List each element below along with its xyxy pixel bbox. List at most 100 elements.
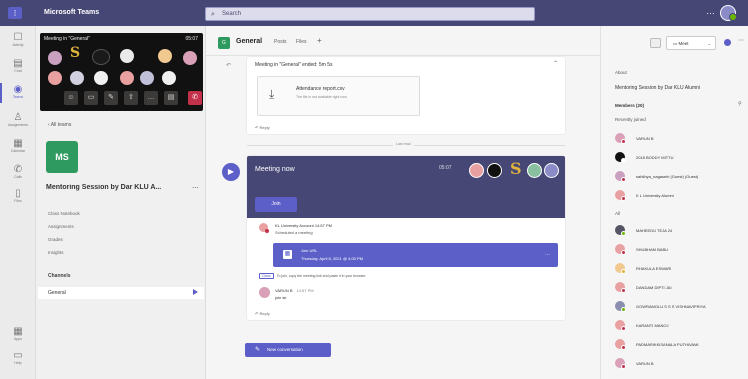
rail-item-assignments[interactable]: ♙ Assignments — [0, 110, 36, 134]
meet-button[interactable]: ▭ Meet ⌄ — [666, 36, 716, 50]
presence-status-icon — [621, 158, 626, 163]
member-row[interactable]: RHAKULA ESWARI — [615, 263, 745, 274]
channel-general[interactable]: General — [38, 287, 204, 299]
search-placeholder: Search — [222, 11, 242, 17]
team-name: Mentoring Session by Dar KLU A... — [46, 184, 162, 191]
profile-avatar[interactable] — [720, 5, 737, 21]
member-row[interactable]: SHUBHAM BABU — [615, 244, 745, 255]
back-to-teams[interactable]: ‹ All teams — [48, 122, 71, 128]
chat-message: VARUN B 14:57 PM join sir — [259, 287, 459, 305]
rail-item-help[interactable]: ▭ Help — [0, 348, 36, 372]
member-row[interactable]: 2018 BODDY MITTU — [615, 152, 745, 163]
meeting-title: Meeting now — [255, 166, 295, 173]
camera-icon[interactable]: ▭ — [84, 91, 98, 105]
rail-item-apps[interactable]: ▦ Apps — [0, 324, 36, 348]
chat-icon: ▤ — [13, 58, 23, 69]
rail-item-calendar[interactable]: ▦ Calendar — [0, 136, 36, 160]
tab-posts[interactable]: Posts — [274, 39, 287, 45]
member-name: MAHEEDU TEJA 24 — [636, 228, 673, 233]
participant-avatar — [158, 49, 172, 63]
participants-icon[interactable]: ☺ — [64, 91, 78, 105]
meeting-invite[interactable]: ▦ Join URL Thursday, April 8, 2021 @ 4:0… — [273, 243, 558, 267]
more-options-icon[interactable]: … — [545, 251, 550, 257]
active-channel-marker-icon — [193, 289, 198, 295]
message-text: join sir — [275, 295, 287, 300]
channel-label: General — [48, 290, 66, 296]
video-icon[interactable] — [650, 38, 661, 48]
add-member-icon[interactable]: ⚲ — [738, 101, 742, 107]
participant-avatar — [469, 163, 484, 178]
meeting-preview-timer: 05:07 — [185, 36, 198, 42]
rail-item-calls[interactable]: ✆ Calls — [0, 162, 36, 186]
scheduled-event: KL University Account 14:57 PM Scheduled… — [259, 223, 561, 241]
apps-icon: ▦ — [13, 326, 23, 337]
member-row[interactable]: PADMARIKKISANALA PUTHIVAMI — [615, 339, 745, 350]
member-row[interactable]: DANDAM DIPTI JAI — [615, 282, 745, 293]
new-conversation-label: New conversation — [267, 347, 303, 352]
team-more-icon[interactable]: ⋯ — [192, 184, 199, 192]
calendar-icon: ▦ — [283, 250, 292, 259]
microphone-icon[interactable]: ✎ — [104, 91, 118, 105]
compose-icon: ✎ — [255, 347, 261, 353]
chat-icon[interactable]: ▤ — [164, 91, 178, 105]
search-input[interactable]: ⌕ Search — [205, 7, 535, 21]
member-name: 2018 BODDY MITTU — [636, 155, 674, 160]
presence-status-icon — [621, 196, 626, 201]
calendar-icon: ▦ — [13, 138, 23, 149]
help-icon: ▭ — [13, 350, 23, 361]
channel-avatar: G — [218, 37, 230, 49]
collapse-icon[interactable]: ⌃ — [553, 60, 558, 67]
info-icon[interactable] — [724, 39, 731, 46]
member-row[interactable]: MAHEEDU TEJA 24 — [615, 225, 745, 236]
member-name: RHAKULA ESWARI — [636, 266, 672, 271]
rail-item-chat[interactable]: ▤ Chat — [0, 56, 36, 80]
more-actions-icon[interactable]: … — [144, 91, 158, 105]
invite-note: Class To join, copy the meeting link and … — [259, 273, 366, 279]
chevron-down-icon: ⌄ — [707, 41, 711, 46]
reply-link[interactable]: ↶ Reply — [255, 125, 270, 130]
download-icon: ⤓ — [269, 87, 275, 101]
presence-status-icon — [621, 139, 626, 144]
attendance-file[interactable]: ⤓ Attendance report.csv The file is not … — [257, 76, 420, 116]
team-link[interactable]: Insights — [48, 250, 64, 255]
rail-item-label: Files — [14, 199, 22, 203]
app-launcher-icon[interactable]: ⁝ — [8, 7, 22, 19]
invite-time: Thursday, April 8, 2021 @ 4:00 PM — [301, 256, 364, 261]
meeting-preview[interactable]: Meeting in "General" 05:07 S ☺ ▭ ✎ ⇧ … ▤… — [40, 33, 203, 111]
team-link[interactable]: Grades — [48, 237, 63, 242]
rail-item-files[interactable]: ▯ Files — [0, 186, 36, 210]
meet-text: Meet — [678, 41, 689, 46]
team-link[interactable]: Class Notebook — [48, 211, 80, 216]
team-link[interactable]: Assignments — [48, 224, 74, 229]
team-avatar: MS — [46, 141, 78, 173]
join-button[interactable]: Join — [255, 197, 297, 212]
new-conversation-button[interactable]: ✎ New conversation — [245, 343, 331, 357]
participant-s-logo: S — [70, 45, 81, 61]
member-row[interactable]: GOWRAMOLU S S S VISHNAVIPRIYA — [615, 301, 745, 312]
hang-up-icon[interactable]: ✆ — [188, 91, 202, 105]
reply-link[interactable]: ↶ Reply — [255, 311, 270, 316]
more-options-icon[interactable]: ⋯ — [738, 37, 744, 44]
add-tab-button[interactable]: + — [317, 36, 322, 45]
phone-icon: ✆ — [13, 164, 23, 175]
app-rail: ☐ Activity ▤ Chat ◉ Teams ♙ Assignments ▦ Calenda… — [0, 26, 36, 379]
participant-avatar — [48, 51, 62, 65]
participant-avatar — [48, 71, 62, 85]
tab-files[interactable]: Files — [296, 39, 307, 45]
member-row[interactable]: K L University Alumni — [615, 190, 745, 201]
rail-item-teams[interactable]: ◉ Teams — [0, 82, 36, 106]
file-icon: ▯ — [15, 188, 21, 199]
meeting-preview-title: Meeting in "General" — [44, 36, 90, 42]
channels-heading: Channels — [48, 273, 71, 279]
note-text: To join, copy the meeting link and paste… — [276, 274, 366, 278]
member-row[interactable]: sahithya_nagaselri (Guest) (Guest) — [615, 171, 745, 182]
member-row[interactable]: KARANTI MANOJ — [615, 320, 745, 331]
channel-header: G General Posts Files + — [206, 26, 600, 56]
rail-item-activity[interactable]: ☐ Activity — [0, 30, 36, 54]
last-read-divider: Last read — [247, 142, 565, 146]
member-row[interactable]: VARUN B — [615, 358, 745, 369]
share-icon[interactable]: ⇧ — [124, 91, 138, 105]
more-options-icon[interactable]: … — [706, 7, 715, 16]
member-row[interactable]: VARUN B — [615, 133, 745, 144]
message-author: VARUN B 14:57 PM — [275, 288, 314, 293]
